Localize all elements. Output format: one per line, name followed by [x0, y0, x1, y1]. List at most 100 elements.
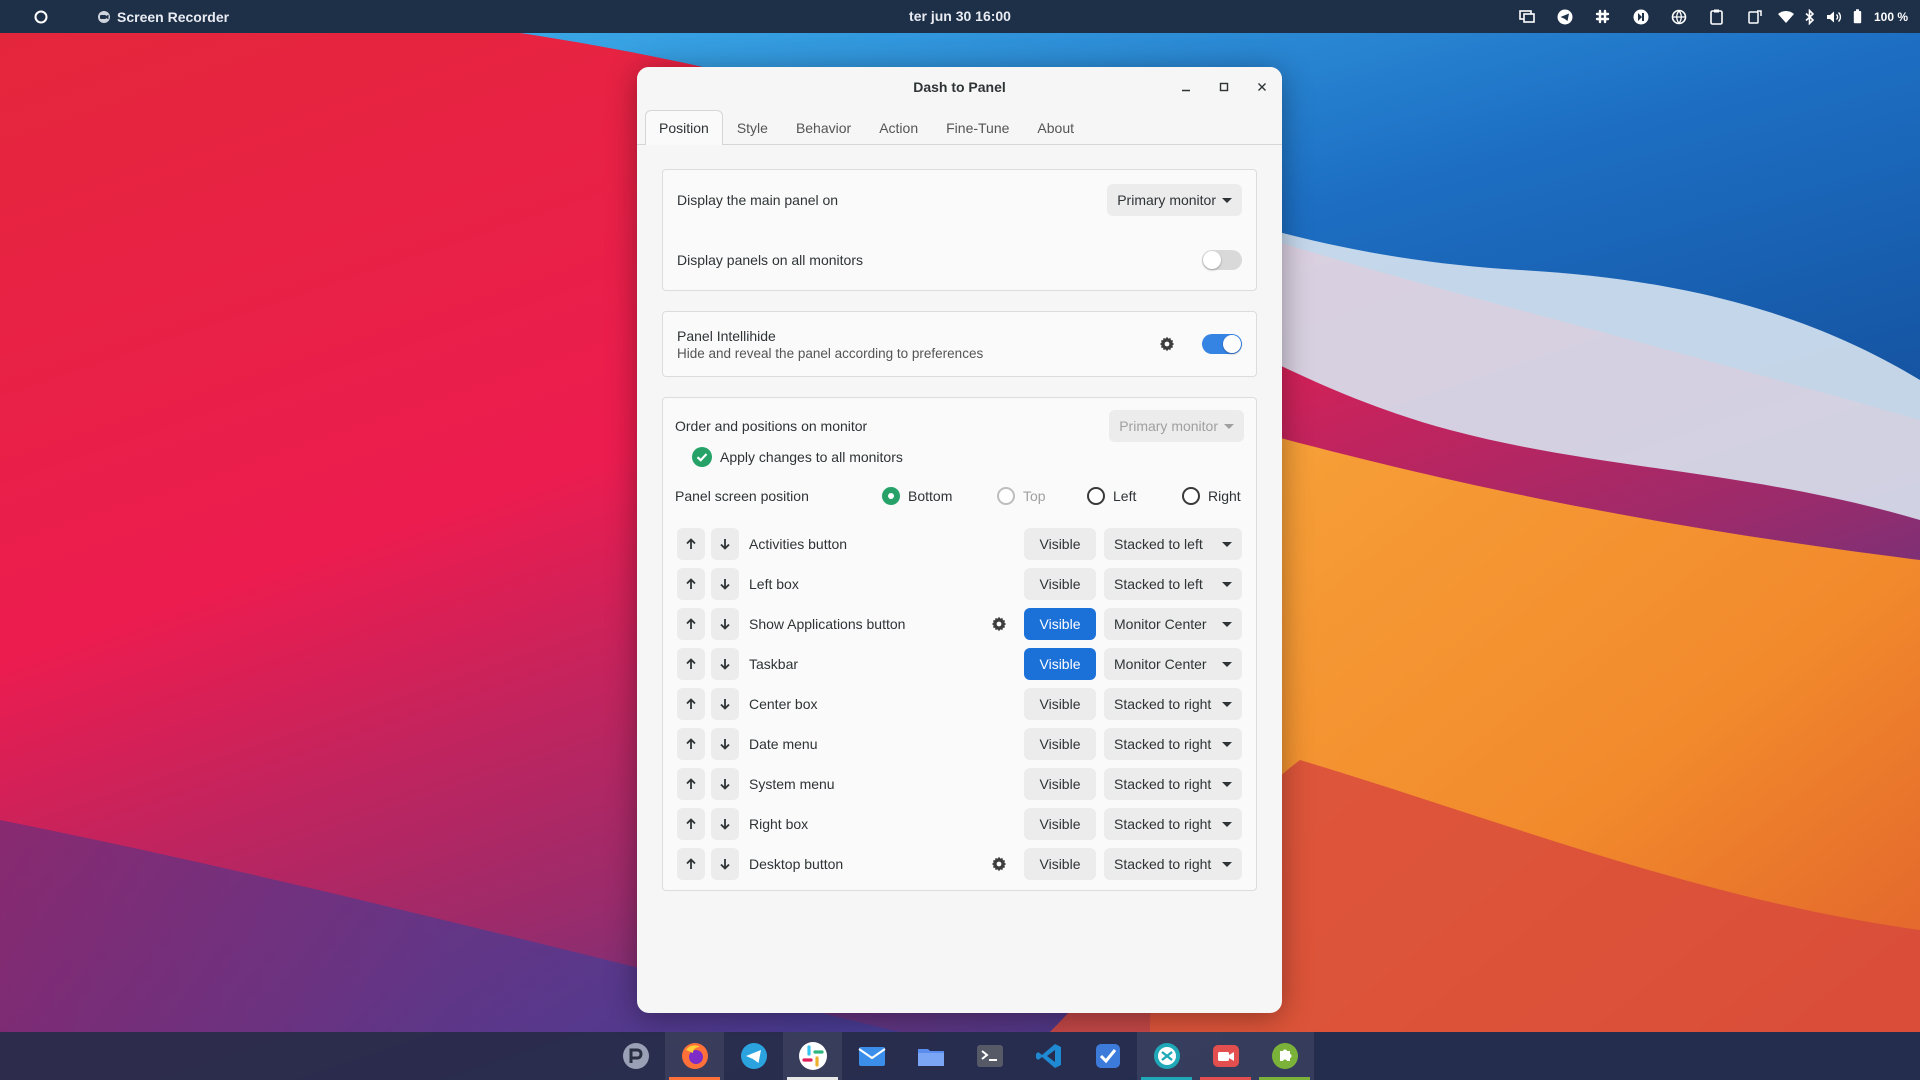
tab-behavior[interactable]: Behavior: [782, 110, 865, 144]
all-monitors-switch[interactable]: [1202, 250, 1242, 270]
element-position-dropdown[interactable]: Stacked to right: [1104, 688, 1242, 720]
move-down-button[interactable]: [711, 688, 739, 720]
dock-item[interactable]: [901, 1032, 960, 1080]
position-left-radio[interactable]: Left: [1087, 487, 1182, 505]
position-top-radio[interactable]: Top: [997, 487, 1087, 505]
position-bottom-radio[interactable]: Bottom: [882, 487, 997, 505]
visible-toggle-button[interactable]: Visible: [1024, 808, 1096, 840]
dock-item[interactable]: [724, 1032, 783, 1080]
visible-toggle-button[interactable]: Visible: [1024, 768, 1096, 800]
tab-fine-tune[interactable]: Fine-Tune: [932, 110, 1023, 144]
move-down-button[interactable]: [711, 608, 739, 640]
telegram-tray-icon[interactable]: [1546, 0, 1584, 33]
visible-toggle-button[interactable]: Visible: [1024, 528, 1096, 560]
tab-about[interactable]: About: [1023, 110, 1088, 144]
element-position-dropdown[interactable]: Stacked to left: [1104, 568, 1242, 600]
dock-item[interactable]: [960, 1032, 1019, 1080]
window-title: Dash to Panel: [913, 79, 1006, 95]
visible-label: Visible: [1039, 656, 1081, 672]
move-down-button[interactable]: [711, 728, 739, 760]
panel-element-label: System menu: [749, 776, 835, 792]
dock-item[interactable]: [665, 1032, 724, 1080]
dock-item[interactable]: [1196, 1032, 1255, 1080]
visible-toggle-button[interactable]: Visible: [1024, 728, 1096, 760]
arrow-down-icon: [719, 738, 731, 750]
minimize-button[interactable]: [1174, 75, 1198, 99]
radio-indicator: [997, 487, 1015, 505]
minimize-icon: [1182, 89, 1190, 92]
move-up-button[interactable]: [677, 768, 705, 800]
slack-tray-icon[interactable]: [1584, 0, 1622, 33]
move-up-button[interactable]: [677, 728, 705, 760]
extensions-icon: [1269, 1040, 1301, 1072]
move-down-button[interactable]: [711, 848, 739, 880]
dock-item[interactable]: [1137, 1032, 1196, 1080]
apply-all-checkbox[interactable]: Apply changes to all monitors: [663, 442, 1256, 472]
move-down-button[interactable]: [711, 808, 739, 840]
element-settings-gear-icon[interactable]: [990, 615, 1008, 633]
mail-icon: [856, 1040, 888, 1072]
wifi-icon[interactable]: [1774, 0, 1798, 33]
vpn-tray-icon[interactable]: [1660, 0, 1698, 33]
chevron-down-icon: [1222, 781, 1232, 787]
visible-toggle-button[interactable]: Visible: [1024, 688, 1096, 720]
dock-item[interactable]: [842, 1032, 901, 1080]
visible-toggle-button[interactable]: Visible: [1024, 848, 1096, 880]
visible-toggle-button[interactable]: Visible: [1024, 608, 1096, 640]
dock-item[interactable]: [1078, 1032, 1137, 1080]
move-up-button[interactable]: [677, 848, 705, 880]
volume-icon[interactable]: [1822, 0, 1846, 33]
element-position-dropdown[interactable]: Stacked to right: [1104, 848, 1242, 880]
battery-icon[interactable]: [1846, 0, 1870, 33]
move-down-button[interactable]: [711, 528, 739, 560]
move-up-button[interactable]: [677, 808, 705, 840]
intellihide-settings-gear-icon[interactable]: [1158, 335, 1176, 353]
move-down-button[interactable]: [711, 768, 739, 800]
activities-button[interactable]: [30, 7, 52, 27]
app-menu[interactable]: Screen Recorder: [97, 0, 229, 33]
element-position-dropdown[interactable]: Stacked to right: [1104, 808, 1242, 840]
arrow-up-icon: [685, 818, 697, 830]
display-rotate-icon[interactable]: [1736, 0, 1774, 33]
maximize-button[interactable]: [1212, 75, 1236, 99]
position-right-radio[interactable]: Right: [1182, 487, 1244, 505]
move-up-button[interactable]: [677, 608, 705, 640]
tab-position[interactable]: Position: [645, 110, 723, 145]
element-position-dropdown[interactable]: Monitor Center: [1104, 608, 1242, 640]
battery-percentage[interactable]: 100 %: [1874, 10, 1908, 24]
dock-item[interactable]: [783, 1032, 842, 1080]
display-main-panel-label: Display the main panel on: [677, 192, 839, 208]
tab-style[interactable]: Style: [723, 110, 782, 144]
window-titlebar[interactable]: Dash to Panel: [637, 67, 1282, 107]
move-up-button[interactable]: [677, 688, 705, 720]
element-position-dropdown[interactable]: Stacked to left: [1104, 528, 1242, 560]
visible-toggle-button[interactable]: Visible: [1024, 568, 1096, 600]
clock[interactable]: ter jun 30 16:00: [909, 8, 1011, 24]
media-tray-icon[interactable]: [1622, 0, 1660, 33]
order-positions-card: Order and positions on monitor Primary m…: [662, 397, 1257, 891]
element-position-dropdown[interactable]: Monitor Center: [1104, 648, 1242, 680]
tab-action[interactable]: Action: [865, 110, 932, 144]
move-down-button[interactable]: [711, 568, 739, 600]
move-up-button[interactable]: [677, 648, 705, 680]
order-monitor-dropdown[interactable]: Primary monitor: [1109, 410, 1244, 442]
screens-icon[interactable]: [1508, 0, 1546, 33]
dock-item[interactable]: [606, 1032, 665, 1080]
arrow-down-icon: [719, 578, 731, 590]
move-up-button[interactable]: [677, 568, 705, 600]
dock-item[interactable]: [1255, 1032, 1314, 1080]
element-settings-gear-icon[interactable]: [990, 855, 1008, 873]
close-button[interactable]: [1250, 75, 1274, 99]
move-up-button[interactable]: [677, 528, 705, 560]
clipboard-icon[interactable]: [1698, 0, 1736, 33]
intellihide-switch[interactable]: [1202, 334, 1242, 354]
visible-label: Visible: [1039, 536, 1081, 552]
visible-toggle-button[interactable]: Visible: [1024, 648, 1096, 680]
main-monitor-dropdown[interactable]: Primary monitor: [1107, 184, 1242, 216]
element-position-dropdown[interactable]: Stacked to right: [1104, 768, 1242, 800]
dock-item[interactable]: [1019, 1032, 1078, 1080]
element-position-value: Stacked to right: [1114, 816, 1212, 832]
element-position-dropdown[interactable]: Stacked to right: [1104, 728, 1242, 760]
bluetooth-icon[interactable]: [1798, 0, 1822, 33]
move-down-button[interactable]: [711, 648, 739, 680]
